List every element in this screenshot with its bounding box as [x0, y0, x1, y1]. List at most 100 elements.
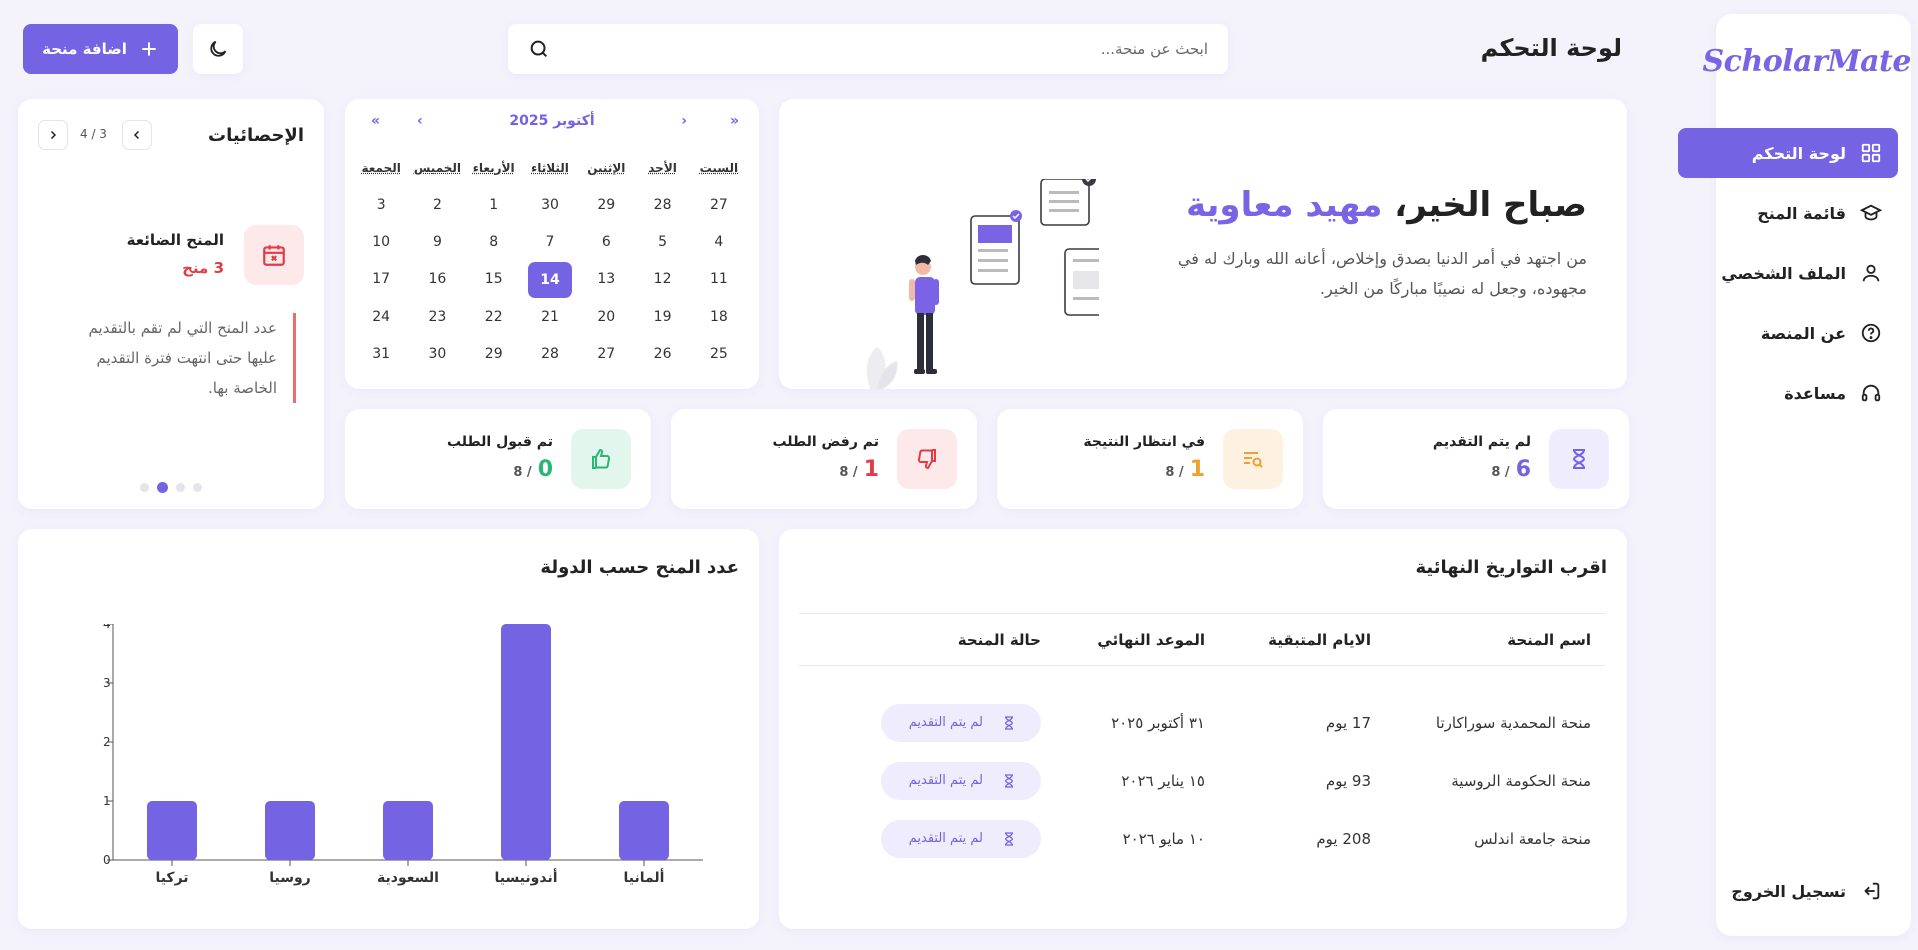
scholarship-name: منحة المحمدية سوراكارتا [1435, 713, 1591, 732]
logout-button[interactable]: تسجيل الخروج [1678, 866, 1898, 916]
calendar-day[interactable]: 15 [469, 261, 519, 298]
calendar-day[interactable]: 27 [694, 187, 744, 224]
greeting-text: صباح الخير، [1394, 185, 1587, 225]
thumbs-up-icon [571, 429, 631, 489]
y-tick-label: 0 [103, 853, 111, 867]
add-scholarship-button[interactable]: اضافة منحة [23, 24, 178, 74]
stat-label: تم رفض الطلب [772, 434, 879, 450]
stat-value: 1 / 8 [1165, 457, 1205, 482]
stat-label: في انتظار النتيجة [1083, 434, 1205, 450]
table-row[interactable]: منحة المحمدية سوراكارتا 17 يوم ٣١ أكتوبر… [799, 666, 1605, 752]
stat-value: 1 / 8 [839, 457, 879, 482]
deadlines-card: اقرب التواريخ النهائية اسم المنحة الايام… [779, 529, 1627, 929]
stats-next-button[interactable] [38, 120, 68, 150]
logout-icon [1864, 882, 1880, 900]
sidebar-item-label: قائمة المنح [1757, 203, 1846, 223]
sidebar-item-label: عن المنصة [1760, 323, 1846, 343]
calendar-day[interactable]: 19 [637, 299, 687, 336]
weekday-header: الخميس [413, 161, 462, 175]
days-remaining: 208 يوم [1316, 829, 1371, 848]
carousel-dot[interactable] [193, 483, 202, 492]
calendar-day[interactable]: 20 [581, 299, 631, 336]
calendar-day[interactable]: 18 [694, 299, 744, 336]
sidebar-item-help[interactable]: مساعدة [1678, 368, 1898, 418]
calendar-day[interactable]: 28 [525, 336, 575, 373]
y-tick-label: 3 [103, 676, 111, 690]
calendar-day[interactable]: 9 [412, 224, 462, 261]
carousel-dot[interactable] [157, 482, 168, 493]
calendar-day[interactable]: 13 [581, 261, 631, 298]
sidebar-item-dashboard[interactable]: لوحة التحكم [1678, 128, 1898, 178]
calendar-day[interactable]: 23 [412, 299, 462, 336]
status-badge: لم يتم التقديم [881, 703, 1041, 742]
calendar-day[interactable]: 10 [356, 224, 406, 261]
stat-card-rejected: تم رفض الطلب 1 / 8 [671, 409, 977, 509]
user-icon [1862, 264, 1880, 282]
next-year-button[interactable]: » [371, 113, 380, 129]
calendar-day[interactable]: 8 [469, 224, 519, 261]
hourglass-icon [1004, 831, 1014, 846]
carousel-dot[interactable] [176, 483, 185, 492]
hourglass-icon [1004, 716, 1014, 730]
stats-prev-button[interactable] [122, 120, 152, 150]
calendar-day[interactable]: 1 [469, 187, 519, 224]
status-badge: لم يتم التقديم [881, 819, 1041, 858]
missed-scholarships-title: المنح الضائعة [126, 231, 224, 249]
missed-calendar-icon [244, 225, 304, 285]
calendar-day[interactable]: 16 [412, 261, 462, 298]
search-input[interactable] [608, 40, 1208, 58]
missed-scholarships-description: عدد المنح التي لم تقم بالتقديم عليها حتى… [56, 313, 296, 403]
calendar-grid: السبت الأحد الإثنين الثلاثاء الأربعاء الخميس ا… [353, 161, 747, 373]
welcome-illustration [866, 179, 1099, 389]
x-tick-label: السعودية [377, 870, 439, 886]
calendar-day[interactable]: 3 [356, 187, 406, 224]
bar-chart: 0 1 2 3 4 تركيا روسيا السعودية أندونيسيا ألمانيا [103, 624, 703, 886]
chart-title: عدد المنح حسب الدولة [540, 557, 739, 578]
calendar-day[interactable]: 26 [637, 336, 687, 373]
headset-icon [1861, 384, 1881, 402]
calendar-day[interactable]: 6 [581, 224, 631, 261]
sidebar-item-profile[interactable]: الملف الشخصي [1678, 248, 1898, 298]
carousel-dot[interactable] [140, 483, 149, 492]
stat-value: 0 / 8 [513, 457, 553, 482]
stat-count: 1 [1189, 457, 1205, 482]
calendar-day[interactable]: 29 [581, 187, 631, 224]
deadline-date: ٣١ أكتوبر ٢٠٢٥ [1111, 713, 1205, 732]
calendar-day[interactable]: 14 [527, 262, 573, 298]
calendar-day[interactable]: 30 [412, 336, 462, 373]
stat-count: 0 [537, 457, 553, 482]
calendar-day[interactable]: 28 [637, 187, 687, 224]
calendar-day[interactable]: 12 [637, 261, 687, 298]
x-tick-label: أندونيسيا [494, 868, 557, 886]
search-bar[interactable] [508, 24, 1228, 74]
next-month-button[interactable]: › [417, 113, 423, 129]
calendar-day[interactable]: 29 [469, 336, 519, 373]
calendar-day[interactable]: 2 [412, 187, 462, 224]
theme-toggle-button[interactable] [193, 24, 243, 74]
calendar-day[interactable]: 27 [581, 336, 631, 373]
calendar-day[interactable]: 5 [637, 224, 687, 261]
stat-card-pending: في انتظار النتيجة 1 / 8 [997, 409, 1303, 509]
y-tick-label: 4 [103, 624, 111, 631]
y-tick-label: 2 [103, 735, 111, 749]
calendar-day[interactable]: 24 [356, 299, 406, 336]
weekday-header: الإثنين [587, 161, 626, 175]
calendar-day[interactable]: 22 [469, 299, 519, 336]
x-tick-label: روسيا [269, 870, 311, 886]
search-icon[interactable] [528, 38, 550, 60]
chevron-left-icon [133, 130, 140, 140]
calendar-day[interactable]: 30 [525, 187, 575, 224]
calendar-day[interactable]: 4 [694, 224, 744, 261]
sidebar-item-scholarships[interactable]: قائمة المنح [1678, 188, 1898, 238]
app-logo[interactable]: ScholarMate [1703, 44, 1912, 79]
calendar-day[interactable]: 11 [694, 261, 744, 298]
calendar-day[interactable]: 17 [356, 261, 406, 298]
y-tick-label: 1 [103, 794, 111, 808]
sidebar-item-about[interactable]: عن المنصة [1678, 308, 1898, 358]
calendar-day[interactable]: 25 [694, 336, 744, 373]
calendar-day[interactable]: 31 [356, 336, 406, 373]
table-row[interactable]: منحة جامعة اندلس 208 يوم ١٠ مايو ٢٠٢٦ لم… [799, 810, 1605, 868]
table-row[interactable]: منحة الحكومة الروسية 93 يوم ١٥ يناير ٢٠٢… [799, 752, 1605, 810]
calendar-day[interactable]: 21 [525, 299, 575, 336]
calendar-day[interactable]: 7 [525, 224, 575, 261]
